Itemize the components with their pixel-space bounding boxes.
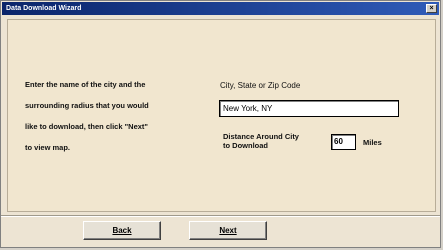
city-field-label: City, State or Zip Code bbox=[220, 81, 301, 90]
distance-input[interactable]: 60 bbox=[331, 134, 356, 150]
next-button[interactable]: Next bbox=[189, 221, 267, 240]
footer-divider bbox=[1, 215, 440, 217]
title-bar: Data Download Wizard × bbox=[2, 2, 439, 15]
distance-field-label: Distance Around City to Download bbox=[223, 132, 333, 150]
wizard-window: Data Download Wizard × Enter the name of… bbox=[0, 0, 441, 248]
distance-label-line1: Distance Around City bbox=[223, 132, 299, 141]
instructions-line: to view map. bbox=[25, 143, 71, 152]
instructions-line: surrounding radius that you would bbox=[25, 101, 149, 110]
distance-units-label: Miles bbox=[363, 138, 382, 147]
instructions-line: Enter the name of the city and the bbox=[25, 80, 146, 89]
distance-label-line2: to Download bbox=[223, 141, 268, 150]
window-title: Data Download Wizard bbox=[6, 5, 82, 12]
instructions-text: Enter the name of the city and the surro… bbox=[25, 79, 205, 163]
close-button[interactable]: × bbox=[426, 4, 437, 13]
back-button[interactable]: Back bbox=[83, 221, 161, 240]
close-icon: × bbox=[429, 5, 434, 12]
city-input[interactable]: New York, NY bbox=[219, 100, 399, 117]
instructions-line: like to download, then click "Next" bbox=[25, 122, 148, 131]
